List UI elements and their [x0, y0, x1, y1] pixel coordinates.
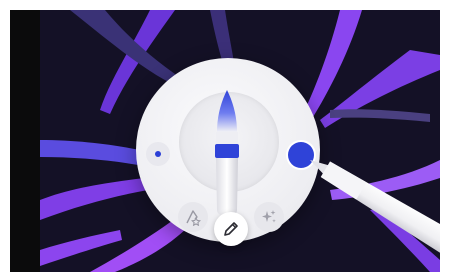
pencil-tool-button[interactable] [214, 212, 248, 246]
pencil-icon [224, 222, 238, 236]
paintbrush-icon [215, 90, 239, 216]
device-bezel [10, 10, 40, 272]
shape-pen-icon [186, 210, 201, 226]
small-dot-icon [155, 151, 161, 157]
color-swatch-button[interactable] [288, 142, 314, 168]
sparkle-icon [262, 210, 276, 223]
magic-tool-button[interactable] [254, 202, 284, 232]
tool-palette[interactable] [136, 58, 320, 246]
brush-size-button[interactable] [146, 142, 170, 166]
drawing-app-frame [10, 10, 440, 272]
shape-tool-button[interactable] [178, 202, 208, 232]
